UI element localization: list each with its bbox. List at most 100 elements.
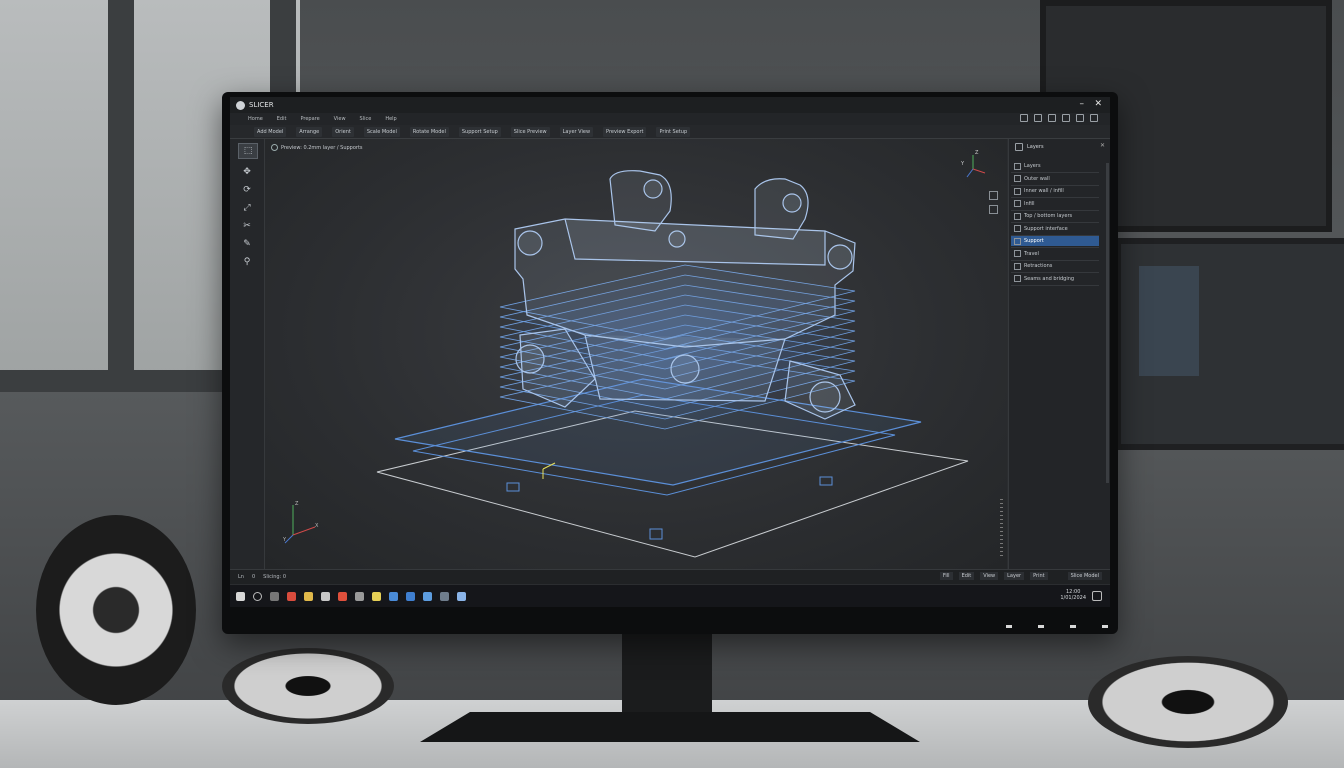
status-slicing: Slicing: 0 [263,574,287,580]
app-icon[interactable] [372,591,381,601]
fill-button[interactable]: Fill [939,572,953,580]
layer-item-label: Infill [1024,200,1035,207]
panel-header: Layers [1015,143,1044,151]
layer-item[interactable]: Support [1011,236,1099,246]
scale-tool-icon[interactable]: ⤢ [238,201,256,215]
toolbar: Add Model Arrange Orient Scale Model Rot… [230,125,1110,139]
model-wireframe [376,170,969,558]
layer-item-label: Seams and bridging [1024,275,1075,282]
monitor: SLICER – ✕ Home Edit Prepare View Slice … [222,92,1118,634]
print-button[interactable]: Print [1030,572,1048,580]
view-button[interactable]: View [980,572,999,580]
taskbar-clock[interactable]: 12:00 1/01/2024 [1060,589,1086,601]
panel-close-button[interactable]: ✕ [1100,142,1105,149]
export-button[interactable]: Preview Export [603,126,647,137]
3d-viewport[interactable]: Preview: 0.2mm layer / Supports Z Y Z X … [265,139,1007,569]
layer-item-label: Retractions [1024,263,1053,269]
monitor-button[interactable] [1038,625,1044,628]
select-tool-icon[interactable]: ⬚ [238,143,258,159]
layer-item-label: Travel [1024,250,1039,257]
app-icon[interactable] [440,591,449,601]
app-icon[interactable] [406,591,415,601]
app-logo-icon [236,100,245,110]
layout-icon[interactable] [1076,114,1084,122]
app-icon[interactable] [355,591,364,601]
layer-item[interactable]: Inner wall / infill [1011,186,1099,196]
layer-type-icon [1014,237,1021,245]
filament-spool [1088,656,1288,748]
undo-icon[interactable] [1034,114,1042,122]
monitor-button[interactable] [1102,625,1108,628]
layer-item[interactable]: Travel [1011,249,1099,259]
monitor-stand-base [420,712,920,742]
panel-scrollbar[interactable] [1106,163,1109,483]
add-model-button[interactable]: Add Model [254,126,287,137]
start-icon[interactable] [236,591,245,601]
filament-spool [222,648,394,724]
panel-title: Layers [1027,144,1044,150]
layer-item[interactable]: Layers [1011,161,1099,171]
layers-panel: Layers ✕ Layers Outer wall Inner wall / in… [1008,139,1110,569]
folder-icon[interactable] [304,591,313,601]
menu-prepare[interactable]: Prepare [300,116,319,122]
layer-type-icon [1014,212,1021,220]
rotate-button[interactable]: Rotate Model [409,126,449,137]
slice-preview-button[interactable]: Slice Preview [510,126,550,137]
cut-tool-icon[interactable]: ✂ [238,219,256,233]
arrange-button[interactable]: Arrange [296,126,323,137]
layer-item[interactable]: Retractions [1011,261,1099,271]
monitor-button[interactable] [1006,625,1012,628]
menu-view[interactable]: View [334,116,346,122]
layer-item[interactable]: Outer wall [1011,174,1099,184]
app-icon[interactable] [457,591,466,601]
menu-help[interactable]: Help [385,116,396,122]
layer-slider[interactable] [1000,499,1003,559]
orient-button[interactable]: Orient [332,126,354,137]
task-view-icon[interactable] [270,591,279,601]
save-icon[interactable] [1020,114,1028,122]
layer-button[interactable]: Layer [1004,572,1025,580]
layers-icon [1015,143,1023,151]
fit-view-icon[interactable] [989,205,998,214]
slice-model-button[interactable]: Slice Model [1067,572,1102,580]
layer-item[interactable]: Seams and bridging [1011,274,1099,284]
search-icon[interactable] [253,591,262,601]
divider [1011,284,1099,286]
view-cube[interactable]: Z Y [959,147,999,214]
menu-slice[interactable]: Slice [360,116,372,122]
layer-type-icon [1014,175,1021,182]
app-icon[interactable] [321,591,330,601]
rotate-tool-icon[interactable]: ⟳ [238,183,256,197]
close-button[interactable]: ✕ [1094,99,1102,109]
layer-view-button[interactable]: Layer View [559,126,594,137]
browser-icon[interactable] [338,591,347,601]
app-icon[interactable] [287,591,296,601]
edit-button[interactable]: Edit [958,572,975,580]
slicer-app-icon[interactable] [389,591,398,601]
close-panel-icon[interactable] [1090,114,1098,122]
measure-tool-icon[interactable]: ⚲ [238,255,256,269]
move-tool-icon[interactable]: ✥ [238,165,256,179]
filament-spool [36,515,196,705]
layer-item[interactable]: Infill [1011,199,1099,209]
layer-item-label: Outer wall [1024,175,1050,182]
support-button[interactable]: Support Setup [458,126,501,137]
layer-item-label: Support interface [1024,225,1068,232]
monitor-button[interactable] [1070,625,1076,628]
layer-type-icon [1014,275,1021,282]
notification-icon[interactable] [1092,591,1102,601]
home-view-icon[interactable] [989,191,998,200]
gizmo-y-label: Y [960,161,965,167]
paint-tool-icon[interactable]: ✎ [238,237,256,251]
scale-button[interactable]: Scale Model [363,126,400,137]
minimize-button[interactable]: – [1080,99,1085,109]
menu-home[interactable]: Home [248,116,263,122]
layer-item[interactable]: Top / bottom layers [1011,211,1099,221]
menu-edit[interactable]: Edit [277,116,287,122]
layer-item[interactable]: Support interface [1011,224,1099,234]
redo-icon[interactable] [1048,114,1056,122]
settings-icon[interactable] [1062,114,1070,122]
layer-type-icon [1014,187,1021,195]
app-icon[interactable] [423,591,432,601]
print-setup-button[interactable]: Print Setup [656,126,691,137]
